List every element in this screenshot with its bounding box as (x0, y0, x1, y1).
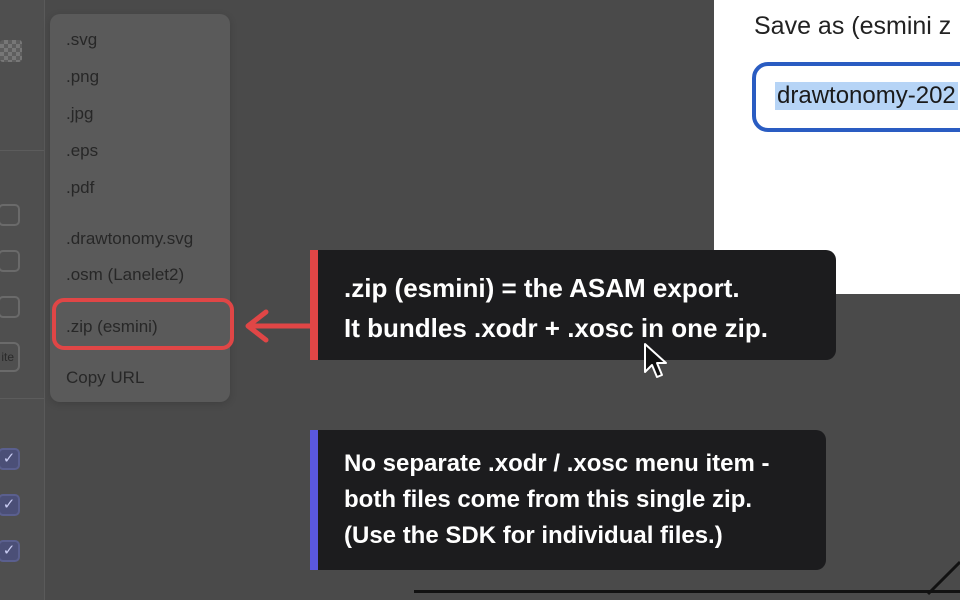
checkmark-icon: ✓ (2, 450, 16, 467)
menu-item-svg[interactable]: .svg (66, 30, 97, 50)
sidebar-checkbox-3[interactable] (0, 296, 20, 318)
menu-item-osm-lanelet2[interactable]: .osm (Lanelet2) (66, 265, 184, 285)
callout-text: both files come from this single zip. (344, 486, 753, 513)
checkerboard-icon[interactable] (0, 40, 22, 62)
mouse-pointer-icon (644, 343, 667, 378)
menu-item-drawtonomy-svg[interactable]: .drawtonomy.svg (66, 229, 193, 249)
checkmark-icon: ✓ (2, 542, 16, 559)
checkmark-icon: ✓ (2, 496, 16, 513)
app-sidebar: ite ✓ ✓ ✓ (0, 0, 45, 600)
sidebar-partial-button-label: ite (1, 350, 14, 364)
filename-value: drawtonomy-202 (775, 82, 958, 110)
menu-item-pdf[interactable]: .pdf (66, 178, 94, 198)
canvas-road-line (414, 590, 960, 593)
zip-explanation-callout: .zip (esmini) = the ASAM export. It bund… (310, 250, 836, 360)
sidebar-checkbox-4[interactable]: ✓ (0, 448, 20, 470)
sidebar-checkbox-6[interactable]: ✓ (0, 540, 20, 562)
sidebar-divider (0, 150, 44, 151)
callout-text: (Use the SDK for individual files.) (344, 522, 723, 549)
sidebar-divider (0, 398, 44, 399)
callout-text: No separate .xodr / .xosc menu item - (344, 450, 770, 477)
sidebar-checkbox-2[interactable] (0, 250, 20, 272)
callout-text: It bundles .xodr + .xosc in one zip. (344, 313, 769, 343)
callout-text: .zip (esmini) = the ASAM export. (344, 273, 740, 303)
sidebar-partial-button[interactable]: ite (0, 342, 20, 372)
arrow-left-icon (245, 309, 320, 343)
zip-highlight-box (52, 298, 234, 350)
canvas-road-edge (926, 560, 960, 596)
sidebar-checkbox-5[interactable]: ✓ (0, 494, 20, 516)
menu-item-eps[interactable]: .eps (66, 141, 98, 161)
menu-item-jpg[interactable]: .jpg (66, 104, 93, 124)
filename-input[interactable]: drawtonomy-202 (752, 62, 960, 132)
no-separate-item-callout: No separate .xodr / .xosc menu item - bo… (310, 430, 826, 570)
menu-item-png[interactable]: .png (66, 67, 99, 87)
sidebar-checkbox-1[interactable] (0, 204, 20, 226)
save-dialog-title: Save as (esmini z (754, 12, 952, 40)
menu-item-copy-url[interactable]: Copy URL (66, 368, 144, 388)
